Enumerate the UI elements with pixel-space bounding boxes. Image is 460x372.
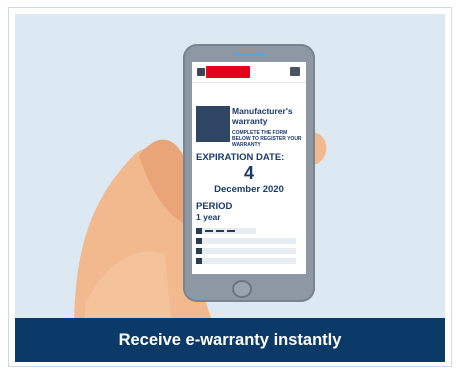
home-button-icon — [232, 280, 252, 298]
form-row — [196, 258, 296, 264]
expiration-label: EXPIRATION DATE: — [196, 152, 285, 163]
expiration-month-year: December 2020 — [214, 184, 284, 195]
form-row-bullet — [196, 238, 202, 244]
promo-card: Manufacturer's warranty COMPLETE THE FOR… — [8, 7, 452, 367]
period-label: PERIOD — [196, 201, 233, 212]
menu-icon[interactable] — [197, 68, 205, 76]
app-bar — [192, 62, 306, 83]
period-value: 1 year — [196, 212, 221, 222]
register-hint: COMPLETE THE FORM BELOW TO REGISTER YOUR… — [232, 130, 302, 148]
caption-bar: Receive e-warranty instantly — [15, 318, 445, 362]
brand-badge — [206, 66, 250, 78]
phone-speaker — [233, 53, 265, 56]
illustration-scene: Manufacturer's warranty COMPLETE THE FOR… — [15, 14, 445, 362]
phone-screen: Manufacturer's warranty COMPLETE THE FOR… — [192, 62, 306, 274]
form-row-line — [205, 230, 213, 232]
grid-icon[interactable] — [290, 67, 300, 76]
form-row-bullet — [196, 258, 202, 264]
form-row-line — [216, 230, 224, 232]
form-row-bullet — [196, 248, 202, 254]
form-row — [196, 248, 296, 254]
form-row — [196, 238, 296, 244]
form-row-line — [227, 230, 235, 232]
form-row — [196, 228, 256, 234]
expiration-day: 4 — [243, 163, 254, 183]
smartphone: Manufacturer's warranty COMPLETE THE FOR… — [183, 44, 315, 302]
form-row-bullet — [196, 228, 202, 234]
warranty-title: Manufacturer's warranty — [232, 106, 293, 126]
warranty-card: Manufacturer's warranty COMPLETE THE FOR… — [196, 106, 302, 150]
caption-text: Receive e-warranty instantly — [118, 331, 342, 349]
product-thumbnail — [196, 106, 230, 142]
